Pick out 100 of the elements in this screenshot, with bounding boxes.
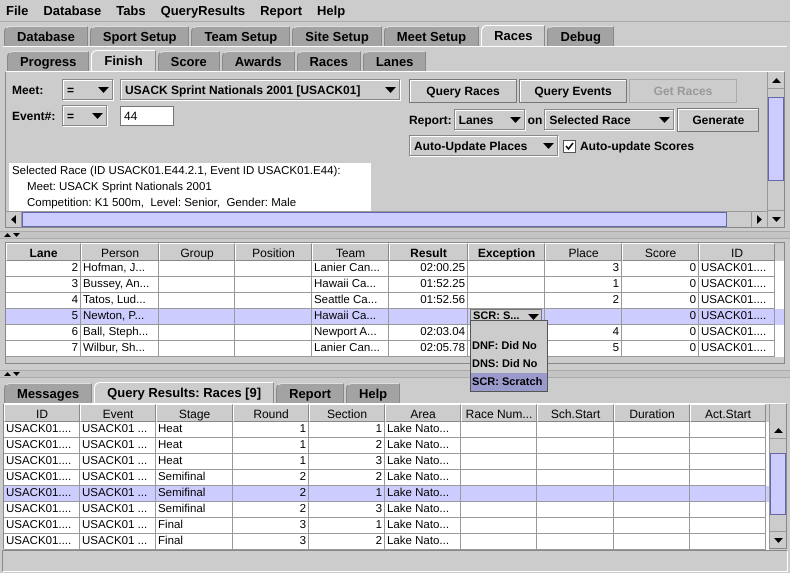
- tab[interactable]: Team Setup: [191, 26, 290, 46]
- operator-dropdown[interactable]: =: [62, 105, 108, 127]
- table-row[interactable]: 6 Ball, Steph... Newport A... 02:03.04 4 0 USACK01....: [6, 325, 784, 341]
- table-row[interactable]: USACK01.... USACK01 ... Heat 1 3 Lake Nato...: [4, 454, 769, 470]
- menu-item[interactable]: Report: [260, 0, 302, 20]
- table-cell: 0: [690, 278, 696, 290]
- table-row[interactable]: 2 Hofman, J... Lanier Can... 02:00.25 3 0 USACK01....: [6, 261, 784, 277]
- table-cell: 4: [612, 326, 619, 338]
- column-header[interactable]: Position: [235, 243, 312, 261]
- action-button[interactable]: Query Races: [409, 79, 517, 103]
- tab[interactable]: Debug: [547, 26, 614, 46]
- tab[interactable]: Lanes: [362, 51, 426, 71]
- report-dropdown[interactable]: Lanes: [454, 109, 526, 131]
- table-cell: Lanier Can...: [314, 342, 380, 354]
- column-header[interactable]: Result: [389, 243, 468, 261]
- table-cell: Lake Nato...: [387, 439, 450, 451]
- table-cell: Newton, P...: [83, 310, 144, 322]
- table-cell: 0: [690, 342, 696, 354]
- table-row[interactable]: USACK01.... USACK01 ... Semifinal 2 1 Lake Nato...: [4, 486, 769, 502]
- action-button[interactable]: Generate: [677, 108, 760, 132]
- column-header[interactable]: Sch.Start: [537, 404, 614, 422]
- table-row[interactable]: USACK01.... USACK01 ... Heat 1 2 Lake Nato...: [4, 438, 769, 454]
- table-cell: 6: [72, 326, 78, 338]
- column-header[interactable]: Team: [312, 243, 389, 261]
- menu-item[interactable]: Tabs: [116, 0, 146, 20]
- table-cell: Tatos, Lud...: [83, 294, 146, 306]
- tab[interactable]: Report: [276, 383, 344, 403]
- table-cell: Hawaii Ca...: [314, 278, 376, 290]
- column-header[interactable]: Section: [309, 404, 385, 422]
- table-row[interactable]: USACK01.... USACK01 ... Final 3 2 Lake Nato...: [4, 534, 769, 550]
- tab[interactable]: Races: [296, 51, 361, 71]
- menu-option[interactable]: SCR: Scratch: [471, 373, 547, 391]
- column-header[interactable]: Event: [80, 404, 156, 422]
- tab[interactable]: Score: [158, 51, 220, 71]
- table-cell: Lake Nato...: [387, 519, 450, 531]
- column-header[interactable]: Area: [385, 404, 461, 422]
- menu-option[interactable]: DNS: Did No: [471, 355, 547, 373]
- menu-item[interactable]: Help: [317, 0, 346, 20]
- tab[interactable]: Site Setup: [292, 26, 382, 46]
- tab[interactable]: Races: [481, 25, 546, 46]
- auto-update-dropdown[interactable]: Auto-Update Places: [409, 135, 559, 157]
- table-cell: 2: [300, 503, 306, 515]
- table-row[interactable]: 5 Newton, P... Hawaii Ca... SCR: S... 0 USACK01....: [6, 309, 784, 325]
- table-cell: USACK01 ...: [82, 471, 148, 483]
- caret-icon: [659, 117, 670, 123]
- column-header[interactable]: Score: [622, 243, 699, 261]
- tab[interactable]: Database: [4, 26, 88, 46]
- table-cell: USACK01....: [701, 278, 766, 290]
- table-row[interactable]: USACK01.... USACK01 ... Semifinal 2 3 Lake Nato...: [4, 502, 769, 518]
- menu-option[interactable]: DNF: Did No: [471, 337, 547, 355]
- field-label: Meet:: [12, 82, 44, 99]
- table-row[interactable]: 4 Tatos, Lud... Seattle Ca... 01:52.56 2 0 USACK01....: [6, 293, 784, 309]
- caret-icon: [92, 113, 103, 119]
- column-header[interactable]: Race Num...: [461, 404, 537, 422]
- table-row[interactable]: 3 Bussey, An... Hawaii Ca... 01:52.25 1 0 USACK01....: [6, 277, 784, 293]
- meet-dropdown[interactable]: USACK Sprint Nationals 2001 [USACK01]: [120, 79, 401, 101]
- menu-item[interactable]: QueryResults: [160, 0, 246, 20]
- column-header[interactable]: Exception: [468, 243, 545, 261]
- column-header[interactable]: Round: [233, 404, 309, 422]
- column-header[interactable]: Group: [159, 243, 235, 261]
- horizontal-scrollbar[interactable]: [6, 211, 767, 227]
- table-row[interactable]: USACK01.... USACK01 ... Heat 1 1 Lake Nato...: [4, 422, 769, 438]
- column-header[interactable]: Act.Start: [690, 404, 766, 422]
- tab[interactable]: Finish: [91, 50, 156, 71]
- tab[interactable]: Awards: [222, 51, 295, 71]
- tab[interactable]: Progress: [7, 51, 90, 71]
- column-header[interactable]: ID: [4, 404, 80, 422]
- table-row[interactable]: USACK01.... USACK01 ... Semifinal 2 2 Lake Nato...: [4, 470, 769, 486]
- target-dropdown[interactable]: Selected Race: [544, 109, 676, 131]
- menu-item[interactable]: Database: [43, 0, 102, 20]
- column-header[interactable]: Person: [81, 243, 159, 261]
- action-button[interactable]: Query Events: [519, 79, 627, 103]
- menu-item[interactable]: File: [6, 0, 28, 20]
- column-header[interactable]: Lane: [6, 243, 81, 261]
- table-cell: 2: [300, 471, 306, 483]
- tab[interactable]: Query Results: Races [9]: [94, 382, 274, 403]
- table-cell: 02:00.25: [420, 262, 465, 274]
- operator-dropdown[interactable]: =: [62, 79, 114, 101]
- column-header[interactable]: ID: [699, 243, 775, 261]
- table-cell: Semifinal: [158, 487, 206, 499]
- column-header[interactable]: Stage: [156, 404, 233, 422]
- table-cell: 0: [690, 294, 696, 306]
- tab[interactable]: Help: [346, 383, 400, 403]
- info-line: Meet: USACK Sprint Nationals 2001: [26, 180, 213, 195]
- tab[interactable]: Sport Setup: [90, 26, 190, 46]
- table-row[interactable]: USACK01.... USACK01 ... Final 3 1 Lake Nato...: [4, 518, 769, 534]
- vertical-scrollbar[interactable]: [769, 422, 786, 548]
- table-cell: Lake Nato...: [387, 487, 450, 499]
- table-cell: 2: [612, 294, 619, 306]
- column-header[interactable]: Duration: [614, 404, 690, 422]
- tab[interactable]: Messages: [4, 383, 92, 403]
- column-header[interactable]: Place: [545, 243, 622, 261]
- table-cell: 1: [300, 439, 306, 451]
- checkbox[interactable]: [563, 140, 576, 152]
- event-number-field[interactable]: 44: [120, 106, 174, 126]
- tab[interactable]: Meet Setup: [384, 26, 480, 46]
- table-cell: 3: [300, 519, 306, 531]
- vertical-scrollbar[interactable]: [767, 72, 784, 227]
- table-cell: USACK01 ...: [82, 455, 148, 467]
- table-cell: Lanier Can...: [314, 262, 380, 274]
